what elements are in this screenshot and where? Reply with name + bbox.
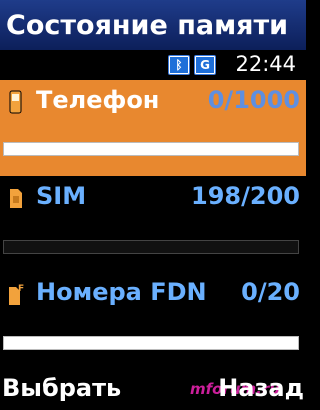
softkey-bar: Выбрать mforum.ru Назад [0,372,306,410]
svg-text:F: F [18,284,24,294]
clock: 22:44 [235,52,296,76]
bluetooth-icon: ᛒ [168,55,190,75]
sim-card-icon [10,189,22,208]
memory-item-label: Номера FDN [36,278,207,306]
select-softkey[interactable]: Выбрать [2,374,121,402]
memory-usage-bar [3,142,299,156]
memory-item-count: 0/1000 [207,86,300,114]
gprs-icon: G [194,55,216,75]
memory-item-label: Телефон [36,86,160,114]
memory-item-phone[interactable]: Телефон 0/1000 [0,80,306,176]
memory-item-label: SIM [36,182,87,210]
page-title: Состояние памяти [0,0,306,50]
memory-usage-bar [3,240,299,254]
memory-usage-fill [4,241,296,253]
memory-item-count: 198/200 [191,182,300,210]
memory-item-count: 0/20 [241,278,300,306]
status-bar: ᛒ G 22:44 [0,50,306,80]
memory-item-fdn[interactable]: F Номера FDN 0/20 [0,272,306,368]
back-softkey[interactable]: Назад [218,374,304,402]
memory-usage-bar [3,336,299,350]
fdn-icon: F [9,284,24,305]
phone-icon [9,90,22,114]
memory-item-sim[interactable]: SIM 198/200 [0,176,306,272]
